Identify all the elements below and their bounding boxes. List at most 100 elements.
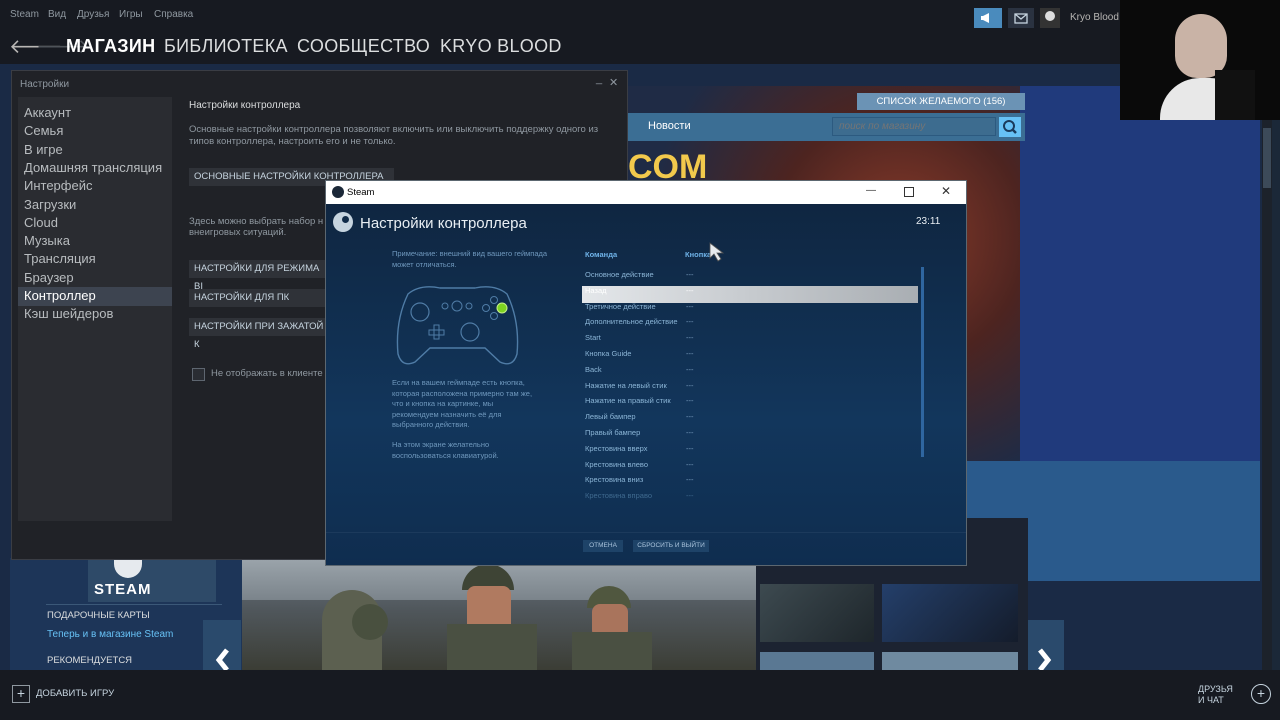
dialog-maximize-button[interactable]: [904, 187, 914, 197]
add-friend-icon: +: [1251, 684, 1271, 704]
controller-setup-dialog: Steam — ✕ Настройки контроллера 23:11 Пр…: [325, 180, 967, 566]
add-game-button[interactable]: + ДОБАВИТЬ ИГРУ: [12, 685, 122, 705]
mapping-row-command[interactable]: Левый бампер: [585, 412, 636, 421]
mapping-row-command[interactable]: Крестовина влево: [585, 460, 648, 469]
mapping-row-key[interactable]: ---: [686, 365, 694, 374]
sidebar-item[interactable]: Семья: [24, 123, 63, 138]
avatar[interactable]: [1040, 8, 1060, 28]
mapping-row-key[interactable]: ---: [686, 460, 694, 469]
guide-chord-config-button[interactable]: НАСТРОЙКИ ПРИ ЗАЖАТОЙ К: [189, 318, 328, 350]
cancel-button[interactable]: ОТМЕНА: [583, 540, 623, 552]
close-button[interactable]: ✕: [609, 76, 618, 89]
tab-store[interactable]: МАГАЗИН: [66, 36, 155, 57]
mapping-row-command[interactable]: Нажатие на левый стик: [585, 381, 667, 390]
main-nav: 🡐 🡒 МАГАЗИН БИБЛИОТЕКА СООБЩЕСТВО KRYO B…: [0, 30, 1120, 64]
column-header-button: Кнопка: [685, 250, 712, 259]
dialog-title: Настройки контроллера: [360, 215, 527, 232]
menu-view[interactable]: Вид: [48, 9, 66, 20]
envelope-icon: [1014, 13, 1028, 24]
mapping-row-command[interactable]: Третичное действие: [585, 302, 656, 311]
mapping-row-command[interactable]: Дополнительное действие: [585, 317, 678, 326]
announcement-button[interactable]: [974, 8, 1002, 28]
sidebar-item[interactable]: Музыка: [24, 233, 70, 248]
mapping-row-command[interactable]: Крестовина вверх: [585, 444, 647, 453]
mapping-row-key[interactable]: ---: [686, 381, 694, 390]
dialog-close-button[interactable]: ✕: [941, 184, 951, 198]
reset-and-exit-button[interactable]: СБРОСИТЬ И ВЫЙТИ: [633, 540, 709, 552]
sidebar-item[interactable]: Трансляция: [24, 251, 96, 266]
menu-friends[interactable]: Друзья: [77, 9, 109, 20]
mapping-row-key[interactable]: ---: [686, 302, 694, 311]
clock: 23:11: [916, 216, 941, 227]
steam-gift-tile[interactable]: STEAM ПОДАРОЧНЫЕ КАРТЫ Теперь и в магази…: [10, 558, 242, 672]
mapping-row-command[interactable]: Кнопка Guide: [585, 349, 631, 358]
megaphone-icon: [981, 13, 989, 23]
carousel-prev-button[interactable]: [203, 620, 241, 672]
recommended-capsule-1[interactable]: [760, 584, 874, 642]
sidebar-item[interactable]: Аккаунт: [24, 105, 71, 120]
username-label[interactable]: Kryo Blood: [1070, 12, 1119, 23]
mapping-row-key[interactable]: ---: [686, 333, 694, 342]
now-in-store-link[interactable]: Теперь и в магазине Steam: [47, 629, 173, 640]
mapping-row-command[interactable]: Правый бампер: [585, 428, 640, 437]
mapping-row-command[interactable]: Back: [585, 365, 602, 374]
menu-games[interactable]: Игры: [119, 9, 143, 20]
sidebar-item[interactable]: Контроллер: [24, 288, 96, 303]
tab-profile[interactable]: KRYO BLOOD: [440, 36, 562, 57]
store-scrollbar[interactable]: [1262, 120, 1272, 670]
mapping-row-key[interactable]: ---: [686, 396, 694, 405]
mapping-row-command[interactable]: Назад: [585, 286, 607, 295]
store-nav-news[interactable]: Новости: [648, 120, 691, 132]
hide-in-client-checkbox[interactable]: [192, 368, 205, 381]
sidebar-item[interactable]: В игре: [24, 142, 63, 157]
recommended-capsule-2[interactable]: [882, 584, 1018, 642]
sidebar-item[interactable]: Кэш шейдеров: [24, 306, 113, 321]
column-header-command: Команда: [585, 250, 618, 259]
carousel-next-button[interactable]: [1028, 620, 1064, 672]
mapping-row-command[interactable]: Start: [585, 333, 601, 342]
sidebar-item[interactable]: Загрузки: [24, 197, 76, 212]
gamepad-help-text: Если на вашем геймпаде есть кнопка, кото…: [392, 378, 533, 429]
mapping-row-key[interactable]: ---: [686, 475, 694, 484]
mapping-row-command[interactable]: Нажатие на правый стик: [585, 396, 671, 405]
minimize-button[interactable]: _: [596, 73, 602, 85]
menu-help[interactable]: Справка: [154, 9, 193, 20]
notifications-button[interactable]: [1008, 8, 1034, 28]
gamepad-note: Примечание: внешний вид вашего геймпада …: [392, 249, 548, 269]
dialog-minimize-button[interactable]: —: [866, 185, 876, 196]
mapping-row-command[interactable]: Крестовина вниз: [585, 475, 643, 484]
tab-community[interactable]: СООБЩЕСТВО: [297, 36, 430, 57]
mapping-row-key[interactable]: ---: [686, 444, 694, 453]
dialog-body: Настройки контроллера 23:11 Примечание: …: [326, 204, 966, 565]
mapping-row-key[interactable]: ---: [686, 491, 694, 500]
sidebar-item[interactable]: Cloud: [24, 215, 58, 230]
tab-library[interactable]: БИБЛИОТЕКА: [164, 36, 288, 57]
mapping-row-key[interactable]: ---: [686, 317, 694, 326]
recommended-capsule-4[interactable]: [882, 652, 1018, 670]
store-side-banner: [1020, 86, 1260, 466]
mapping-row-key[interactable]: ---: [686, 349, 694, 358]
dialog-window-title: Steam: [347, 187, 375, 198]
sidebar-item[interactable]: Браузер: [24, 270, 74, 285]
recommended-capsule-3[interactable]: [760, 652, 874, 670]
featured-game-capsule[interactable]: [242, 560, 756, 670]
friends-chat-button[interactable]: ДРУЗЬЯ И ЧАТ +: [1196, 682, 1276, 710]
mapping-row-command[interactable]: Основное действие: [585, 270, 654, 279]
mapping-list-scrollbar[interactable]: [921, 267, 924, 457]
sidebar-item[interactable]: Интерфейс: [24, 178, 92, 193]
friends-chat-label-1: ДРУЗЬЯ: [1198, 684, 1233, 694]
mapping-row-command[interactable]: Крестовина вправо: [585, 491, 652, 500]
search-icon[interactable]: [999, 117, 1021, 137]
big-picture-config-button[interactable]: НАСТРОЙКИ ДЛЯ РЕЖИМА BI: [189, 260, 328, 292]
chevron-left-icon: [215, 648, 229, 672]
menu-steam[interactable]: Steam: [10, 9, 39, 20]
mapping-row-key[interactable]: ---: [686, 412, 694, 421]
mapping-row-key[interactable]: ---: [686, 428, 694, 437]
gift-cards-label[interactable]: ПОДАРОЧНЫЕ КАРТЫ: [47, 610, 150, 621]
desktop-config-button[interactable]: НАСТРОЙКИ ДЛЯ ПК: [189, 289, 328, 307]
mapping-row-key[interactable]: ---: [686, 286, 694, 295]
sidebar-item[interactable]: Домашняя трансляция: [24, 160, 162, 175]
mapping-row-key[interactable]: ---: [686, 270, 694, 279]
wishlist-button[interactable]: СПИСОК ЖЕЛАЕМОГО (156): [857, 93, 1025, 110]
store-search-input[interactable]: [832, 117, 996, 136]
